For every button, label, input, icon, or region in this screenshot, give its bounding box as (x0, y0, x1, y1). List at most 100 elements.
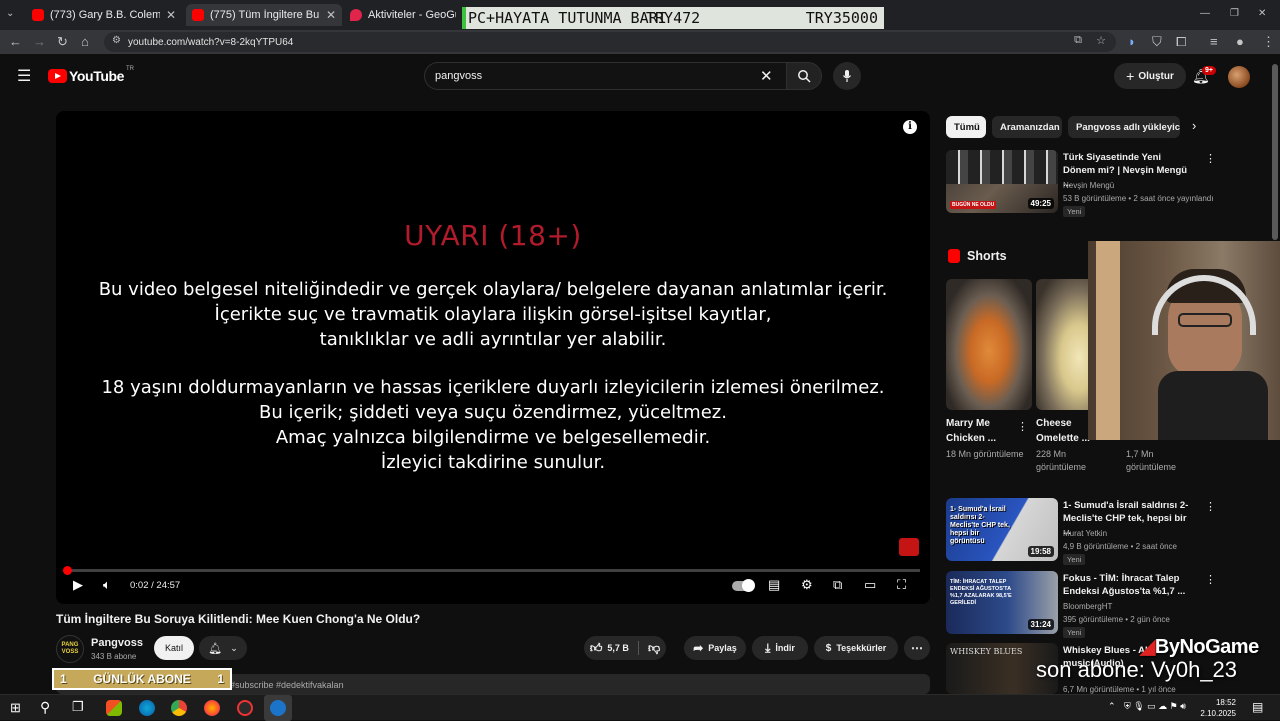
hamburger-menu-icon[interactable]: ☰ (17, 66, 31, 86)
window-close-icon[interactable]: ✕ (1258, 8, 1266, 19)
download-button[interactable]: ⤓ İndir (752, 636, 808, 660)
short-thumbnail-1[interactable] (946, 279, 1032, 410)
chip-all[interactable]: Tümü (946, 116, 986, 138)
tab-1-title: (773) Gary B.B. Coleman - The S (50, 9, 160, 21)
extensions-puzzle-icon[interactable]: ⧠ (1176, 34, 1186, 50)
related-video-thumbnail[interactable]: BUGÜN NE OLDU 49:25 (946, 150, 1058, 213)
video-player[interactable]: i UYARI (18+) Bu video belgesel niteliği… (56, 111, 930, 604)
obs-icon[interactable] (237, 700, 253, 716)
theater-mode-icon[interactable]: ▭ (864, 577, 876, 593)
search-value: pangvoss (435, 70, 483, 82)
miniplayer-icon[interactable]: ⧉ (833, 577, 842, 593)
channel-watermark-icon[interactable] (899, 538, 919, 556)
more-vert-icon[interactable]: ⋮ (1205, 152, 1216, 165)
thumbs-down-icon[interactable]: 👎︎ (648, 641, 660, 656)
more-vert-icon[interactable]: ⋮ (1017, 420, 1028, 433)
fullscreen-icon[interactable]: ⛶ (897, 577, 906, 593)
search-input[interactable]: pangvoss (424, 62, 786, 90)
taskbar-search-icon[interactable]: ⚲ (40, 699, 50, 716)
close-icon[interactable]: ✕ (166, 8, 176, 22)
profile-icon[interactable]: ● (1236, 34, 1244, 49)
warning-line-5: Bu içerik; şiddeti veya suçu özendirmez,… (259, 402, 727, 423)
edge-icon[interactable] (139, 700, 155, 716)
create-button[interactable]: + Oluştur (1114, 63, 1186, 89)
steam-icon[interactable] (264, 695, 292, 721)
youtube-play-logo-icon (48, 69, 67, 83)
maximize-icon[interactable]: ❐ (1230, 8, 1239, 19)
extension-1-icon[interactable]: ◗ (1128, 34, 1136, 49)
chrome-icon[interactable] (171, 700, 187, 716)
account-avatar[interactable] (1228, 66, 1250, 88)
windows-start-icon[interactable]: ⊞ (10, 700, 21, 716)
play-icon[interactable]: ▶ (73, 577, 83, 593)
more-vert-icon[interactable]: ⋮ (1205, 500, 1216, 513)
url-text: youtube.com/watch?v=8-2kqYTPU64 (128, 36, 294, 48)
share-button[interactable]: ➦ Paylaş (684, 636, 746, 660)
page-scrollbar[interactable] (1272, 64, 1278, 240)
tab-search-icon[interactable]: ⌄ (6, 8, 14, 19)
chip-uploader[interactable]: Pangvoss adlı yükleyici (1068, 116, 1180, 138)
info-icon[interactable]: i (903, 120, 917, 134)
home-icon[interactable]: ⌂ (81, 34, 89, 49)
forward-icon[interactable]: → (33, 34, 46, 49)
copilot-icon[interactable] (106, 700, 122, 716)
thumbnail-caption: TİM: İHRACAT TALEP ENDEKSİ AĞUSTOS'TA %1… (950, 579, 1012, 606)
subtitles-icon[interactable]: ▤ (768, 577, 780, 593)
shorts-heading: Shorts (967, 249, 1007, 263)
close-icon[interactable]: ✕ (326, 8, 336, 22)
progress-scrubber[interactable] (63, 566, 73, 575)
browser-menu-icon[interactable]: ⋮ (1262, 34, 1275, 50)
shield-icon[interactable]: ⛉ (1152, 34, 1162, 50)
clear-search-icon[interactable]: ✕ (760, 67, 773, 85)
related-video-title[interactable]: Fokus - TİM: İhracat Talep Endeksi Ağust… (1063, 572, 1193, 598)
thanks-button[interactable]: $ Teşekkürler (814, 636, 898, 660)
tab-3[interactable]: Aktiviteler - GeoGuessr (344, 4, 462, 26)
tray-chevron-icon[interactable]: ⌃ (1108, 701, 1116, 712)
address-bar-row: ← → ↻ ⌂ ⚙ youtube.com/watch?v=8-2kqYTPU6… (0, 30, 1280, 54)
tab-1[interactable]: (773) Gary B.B. Coleman - The S ✕ (26, 4, 182, 26)
related-video-channel[interactable]: Murat Yetkin (1063, 529, 1107, 538)
voice-search-button[interactable] (833, 62, 861, 90)
search-button[interactable] (786, 62, 822, 90)
short-title-1[interactable]: Marry Me Chicken ... (946, 416, 1016, 446)
related-video-thumbnail[interactable]: 1- Sumud'a İsrail saldırısı 2- Meclis'te… (946, 498, 1058, 561)
chevron-right-icon[interactable]: › (1192, 118, 1196, 133)
tab-2[interactable]: (775) Tüm İngiltere Bu Soruya K ✕ (186, 4, 342, 26)
like-button[interactable]: 👍︎ 5,7 B (590, 641, 629, 656)
more-vert-icon[interactable]: ⋮ (1205, 573, 1216, 586)
channel-avatar[interactable]: PANG VOSS (56, 635, 84, 663)
more-actions-button[interactable]: ⋯ (904, 636, 930, 660)
back-icon[interactable]: ← (9, 34, 22, 49)
related-video-thumbnail[interactable]: TİM: İHRACAT TALEP ENDEKSİ AĞUSTOS'TA %1… (946, 571, 1058, 634)
description-tags[interactable]: #subscribe #dedektifvakalan (230, 680, 344, 690)
related-video-meta: 4,9 B görüntüleme • 2 saat önce (1063, 542, 1177, 551)
taskbar-clock[interactable]: 18:52 2.10.2025 (1200, 697, 1236, 719)
task-view-icon[interactable]: ❐ (72, 699, 84, 715)
tray-icons[interactable]: ⛨ 🎙︎ ▭ ☁ ⚑ 🔊︎ (1124, 701, 1186, 712)
channel-name[interactable]: Pangvoss (91, 637, 143, 649)
bell-icon: 🔔︎ (208, 642, 223, 655)
like-dislike-group: 👍︎ 5,7 B 👎︎ (584, 636, 666, 660)
notification-center-icon[interactable]: ▤ (1252, 700, 1263, 714)
join-button[interactable]: Katıl (154, 636, 194, 660)
site-info-icon[interactable]: ⚙ (112, 35, 121, 46)
volume-icon[interactable]: 🔈︎ (103, 577, 111, 593)
notification-preference-button[interactable]: 🔔︎ ⌄ (199, 636, 247, 660)
related-video-channel[interactable]: BloombergHT (1063, 602, 1112, 611)
reload-icon[interactable]: ↻ (57, 34, 68, 50)
firefox-icon[interactable] (204, 700, 220, 716)
like-count: 5,7 B (607, 643, 629, 653)
related-video-channel[interactable]: Nevşin Mengü (1063, 181, 1114, 190)
youtube-logo[interactable]: YouTube TR (48, 66, 134, 84)
bookmark-star-icon[interactable]: ☆ (1096, 34, 1106, 47)
settings-gear-icon[interactable]: ⚙ (801, 577, 813, 593)
autoplay-toggle[interactable] (732, 579, 755, 592)
install-icon[interactable]: ⧉ (1074, 34, 1082, 47)
url-bar[interactable]: ⚙ youtube.com/watch?v=8-2kqYTPU64 ⧉ ☆ (104, 32, 1116, 52)
chip-from-search[interactable]: Aramanızdan (992, 116, 1062, 138)
streamer-webcam (1088, 241, 1280, 440)
progress-bar[interactable] (63, 566, 920, 575)
donation-goal-bar: PC+HAYATA TUTUNMA BARI TRY472 TRY35000 (462, 7, 884, 29)
tab-list-icon[interactable]: ≡ (1210, 34, 1218, 49)
minimize-icon[interactable]: — (1200, 8, 1210, 19)
